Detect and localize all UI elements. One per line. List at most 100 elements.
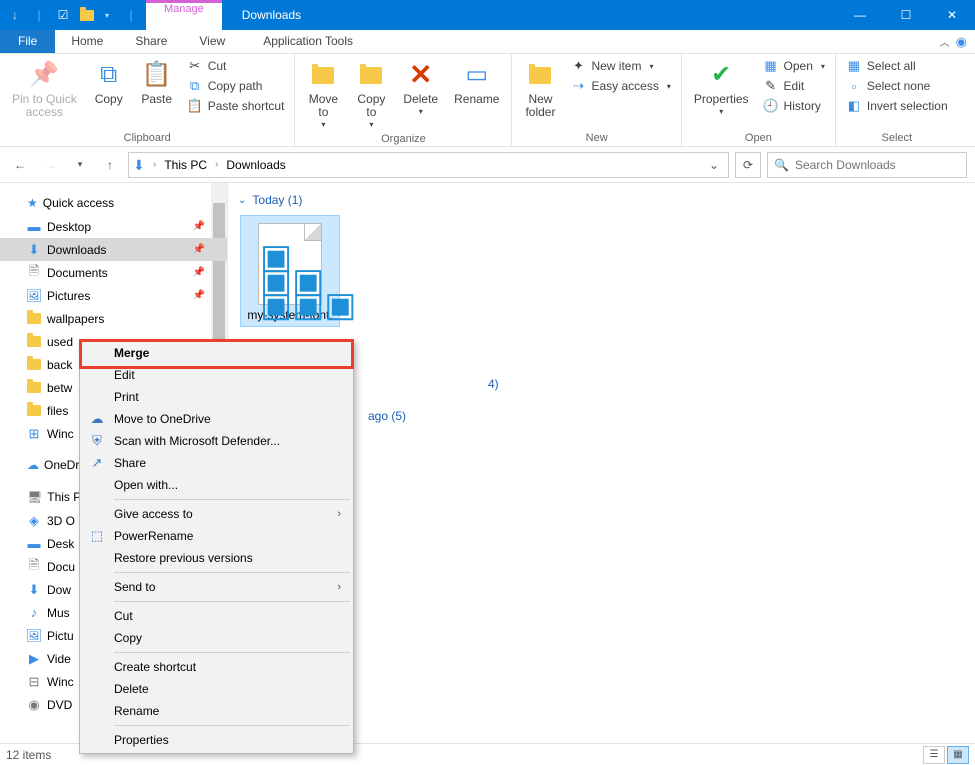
star-icon: ★ xyxy=(27,196,38,210)
open-icon: ▦ xyxy=(763,58,779,74)
properties-icon[interactable]: ☑ xyxy=(52,4,74,26)
sidebar-item-desktop[interactable]: ▬Desktop📌 xyxy=(0,215,227,238)
refresh-button[interactable]: ⟳ xyxy=(735,152,761,178)
help-icon[interactable]: ◉ xyxy=(956,34,967,50)
window-title: Downloads xyxy=(222,8,321,22)
recent-locations-button[interactable]: ▾ xyxy=(68,153,92,177)
copy-button[interactable]: ⧉ Copy xyxy=(87,57,131,108)
home-tab[interactable]: Home xyxy=(55,30,119,53)
breadcrumb-sep-icon[interactable]: › xyxy=(215,159,218,170)
menu-item-rename[interactable]: Rename xyxy=(82,700,351,722)
open-button[interactable]: ▦Open▾ xyxy=(759,57,829,75)
search-box[interactable]: 🔍 xyxy=(767,152,967,178)
menu-item-open-with[interactable]: Open with... xyxy=(82,474,351,496)
down-arrow-icon[interactable]: ↓ xyxy=(4,4,26,26)
easy-access-button[interactable]: ⇢Easy access▾ xyxy=(566,77,674,95)
file-tile[interactable]: ▣▣▣▣▣▣ my-system-font. xyxy=(240,215,340,327)
clipboard-group-label: Clipboard xyxy=(6,131,288,144)
menu-item-delete[interactable]: Delete xyxy=(82,678,351,700)
pin-to-quick-access-button[interactable]: 📌 Pin to Quick access xyxy=(6,57,83,121)
pin-icon: 📌 xyxy=(28,59,60,91)
group-header-today[interactable]: ⌄Today (1) xyxy=(238,189,965,211)
menu-item-send-to[interactable]: Send to› xyxy=(82,576,351,598)
file-tab[interactable]: File xyxy=(0,30,55,53)
properties-button[interactable]: ✔Properties▾ xyxy=(688,57,755,119)
menu-item-share[interactable]: ↗Share xyxy=(82,452,351,474)
menu-item-copy[interactable]: Copy xyxy=(82,627,351,649)
delete-button[interactable]: ✕Delete▾ xyxy=(397,57,444,119)
history-button[interactable]: 🕘History xyxy=(759,97,829,115)
easy-access-icon: ⇢ xyxy=(570,78,586,94)
ribbon-collapse-icon[interactable]: ︿ xyxy=(940,34,950,49)
documents-icon: 🗎 xyxy=(26,559,42,575)
downloads-icon: ⬇ xyxy=(26,582,42,598)
edit-button[interactable]: ✎Edit xyxy=(759,77,829,95)
menu-item-give-access[interactable]: Give access to› xyxy=(82,503,351,525)
maximize-button[interactable]: ☐ xyxy=(883,0,929,30)
menu-item-cut[interactable]: Cut xyxy=(82,605,351,627)
forward-button[interactable]: → xyxy=(38,153,62,177)
application-tools-tab[interactable]: Application Tools xyxy=(247,30,369,53)
pin-icon: 📌 xyxy=(193,290,205,301)
quick-access-header[interactable]: ★Quick access xyxy=(0,191,227,215)
menu-item-scan-defender[interactable]: ⛨Scan with Microsoft Defender... xyxy=(82,430,351,452)
menu-separator xyxy=(114,725,350,726)
select-none-button[interactable]: ▫Select none xyxy=(842,77,952,95)
new-folder-button[interactable]: New folder xyxy=(518,57,562,121)
scissors-icon: ✂ xyxy=(187,58,203,74)
qat-dropdown-icon[interactable]: ▾ xyxy=(96,4,118,26)
manage-contextual-tab[interactable]: Manage xyxy=(146,0,222,30)
up-button[interactable]: ↑ xyxy=(98,153,122,177)
large-icons-view-button[interactable]: ▦ xyxy=(947,746,969,764)
copy-path-button[interactable]: ⧉Copy path xyxy=(183,77,289,95)
sidebar-item-downloads[interactable]: ⬇Downloads📌 xyxy=(0,238,227,261)
menu-item-edit[interactable]: Edit xyxy=(82,364,351,386)
folder-icon xyxy=(26,357,42,373)
menu-item-merge[interactable]: Merge xyxy=(82,342,351,364)
minimize-button[interactable]: — xyxy=(837,0,883,30)
menu-item-move-onedrive[interactable]: ☁Move to OneDrive xyxy=(82,408,351,430)
rename-icon: ▭ xyxy=(461,59,493,91)
sidebar-item-pictures[interactable]: 🖼Pictures📌 xyxy=(0,284,227,307)
select-all-icon: ▦ xyxy=(846,58,862,74)
disc-icon: ◉ xyxy=(26,697,42,713)
paste-button[interactable]: 📋 Paste xyxy=(135,57,179,108)
folder-icon xyxy=(26,403,42,419)
clipboard-group: 📌 Pin to Quick access ⧉ Copy 📋 Paste ✂Cu… xyxy=(0,54,295,146)
close-button[interactable]: ✕ xyxy=(929,0,975,30)
select-all-button[interactable]: ▦Select all xyxy=(842,57,952,75)
breadcrumb-this-pc[interactable]: This PC xyxy=(160,156,211,174)
cut-button[interactable]: ✂Cut xyxy=(183,57,289,75)
3d-icon: ◈ xyxy=(26,513,42,529)
menu-separator xyxy=(114,601,350,602)
item-count: 12 items xyxy=(6,748,51,762)
breadcrumb[interactable]: ⬇ › This PC › Downloads ⌄ xyxy=(128,152,729,178)
sidebar-item-wallpapers[interactable]: wallpapers xyxy=(0,307,227,330)
menu-item-create-shortcut[interactable]: Create shortcut xyxy=(82,656,351,678)
sidebar-item-documents[interactable]: 🗎Documents📌 xyxy=(0,261,227,284)
view-tab[interactable]: View xyxy=(183,30,241,53)
menu-item-powerrename[interactable]: ⬚PowerRename xyxy=(82,525,351,547)
folder-icon[interactable] xyxy=(76,4,98,26)
breadcrumb-downloads[interactable]: Downloads xyxy=(222,156,289,174)
search-input[interactable] xyxy=(795,158,960,172)
invert-selection-button[interactable]: ◧Invert selection xyxy=(842,97,952,115)
paste-shortcut-button[interactable]: 📋Paste shortcut xyxy=(183,97,289,115)
move-to-button[interactable]: Move to▾ xyxy=(301,57,345,132)
menu-item-properties[interactable]: Properties xyxy=(82,729,351,751)
copy-to-button[interactable]: Copy to▾ xyxy=(349,57,393,132)
menu-item-print[interactable]: Print xyxy=(82,386,351,408)
pin-icon: 📌 xyxy=(193,221,205,232)
menu-item-restore-versions[interactable]: Restore previous versions xyxy=(82,547,351,569)
breadcrumb-sep-icon[interactable]: › xyxy=(153,159,156,170)
details-view-button[interactable]: ☰ xyxy=(923,746,945,764)
new-item-button[interactable]: ✦New item▾ xyxy=(566,57,674,75)
breadcrumb-dropdown-icon[interactable]: ⌄ xyxy=(704,158,724,172)
rename-button[interactable]: ▭Rename xyxy=(448,57,505,108)
back-button[interactable]: ← xyxy=(8,153,32,177)
new-folder-icon xyxy=(524,59,556,91)
open-group: ✔Properties▾ ▦Open▾ ✎Edit 🕘History Open xyxy=(682,54,836,146)
share-tab[interactable]: Share xyxy=(119,30,183,53)
pin-icon: 📌 xyxy=(193,267,205,278)
pictures-icon: 🖼 xyxy=(26,628,42,644)
